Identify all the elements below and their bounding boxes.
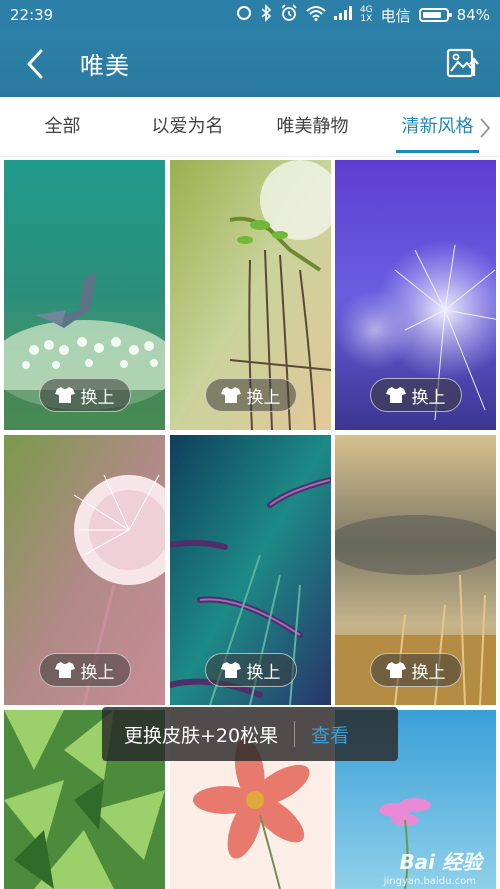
wallpaper-tile[interactable]: 换上 [170,160,331,430]
apply-button[interactable]: 换上 [204,378,297,412]
apply-label: 换上 [411,387,446,408]
network-type: 4G 1X [360,6,373,24]
apply-button[interactable]: 换上 [369,653,462,687]
page-title: 唯美 [80,52,130,80]
toast-message: 更换皮肤+20松果 [124,724,279,747]
status-bar: 22:39 4G 1X 电信 84% [0,0,500,30]
network-type-bottom: 1X [360,14,373,24]
tshirt-icon [220,387,241,403]
apply-button[interactable]: 换上 [38,378,131,412]
battery-percent: 84% [456,6,490,24]
tshirt-icon [54,387,75,403]
apply-button[interactable]: 换上 [369,378,462,412]
apply-label: 换上 [246,662,281,683]
apply-button[interactable]: 换上 [38,653,131,687]
battery-fill [422,12,442,18]
wallpaper-tile[interactable]: 换上 [335,435,496,705]
chevron-left-icon [27,49,43,78]
tshirt-icon [220,662,241,678]
wallpaper-tile[interactable]: 换上 [170,435,331,705]
battery-icon [418,8,452,22]
tshirt-icon [385,662,406,678]
status-icons: 4G 1X 电信 84% [236,4,490,26]
image-upload-icon [446,48,479,78]
apply-label: 换上 [80,387,115,408]
tshirt-icon [54,662,75,678]
apply-label: 换上 [80,662,115,683]
watermark-logo: Bai 经验 [399,850,482,874]
watermark-url: jingyan.baidu.com [383,876,476,887]
sync-icon [236,5,252,25]
tab-all[interactable]: 全部 [0,97,125,157]
toast-divider [294,721,296,747]
toast-view-link[interactable]: 查看 [311,721,349,748]
apply-button[interactable]: 换上 [204,653,297,687]
tab-in-the-name-of-love[interactable]: 以爱为名 [125,97,250,157]
wallpaper-tile[interactable]: 换上 [335,160,496,430]
chevron-right-icon[interactable] [478,117,492,139]
tshirt-icon [385,387,406,403]
carrier-name: 电信 [380,6,411,25]
signal-icon [333,6,352,24]
tab-beautiful-still-life[interactable]: 唯美静物 [250,97,375,157]
upload-wallpaper-button[interactable] [446,46,480,80]
apply-label: 换上 [411,662,446,683]
alarm-icon [280,4,298,26]
wifi-icon [306,5,326,25]
bluetooth-icon [260,4,272,26]
app-header: 唯美 [0,30,500,97]
wallpaper-grid: 换上 换上 换上 换上 换上 换上 Bai 经验 jingyan.baidu.c… [0,158,500,889]
apply-label: 换上 [246,387,281,408]
wallpaper-tile[interactable]: 换上 [4,160,165,430]
toast-notification: 更换皮肤+20松果 查看 [102,707,398,761]
status-time: 22:39 [10,6,54,24]
wallpaper-tile[interactable]: 换上 [4,435,165,705]
back-button[interactable] [0,30,70,97]
category-tabs: 全部 以爱为名 唯美静物 清新风格 [0,97,500,157]
